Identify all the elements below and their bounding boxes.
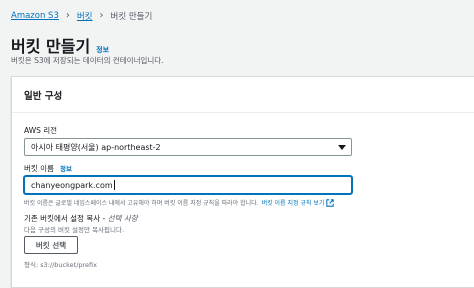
- copy-settings-description: 다음 구성의 버킷 설정만 복사됩니다.: [24, 226, 125, 234]
- bucket-name-input[interactable]: chanyeongpark.com: [24, 176, 352, 194]
- region-label: AWS 리전: [24, 126, 58, 135]
- text-cursor: [113, 180, 115, 190]
- breadcrumb-amazon-s3-link[interactable]: Amazon S3: [11, 11, 59, 21]
- chevron-right-icon: ›: [99, 10, 104, 21]
- breadcrumb-current: 버킷 만들기: [110, 12, 153, 22]
- bucket-name-label-row: 버킷 이름 정보: [24, 163, 72, 174]
- caret-down-icon: [338, 145, 346, 150]
- external-link-icon[interactable]: [326, 198, 335, 207]
- bucket-name-value: chanyeongpark.com: [31, 180, 113, 190]
- breadcrumb-buckets-link[interactable]: 버킷: [77, 10, 93, 22]
- copy-settings-label-text: 기존 버킷에서 설정 복사 -: [24, 214, 108, 223]
- chevron-right-icon: ›: [65, 10, 70, 21]
- bucket-name-hint-text: 버킷 이름은 글로벌 네임스페이스 내에서 고유해야 하며 버킷 이름 지정 규…: [24, 200, 259, 207]
- bucket-format-hint: 형식: s3://bucket/prefix: [24, 261, 97, 269]
- title-info-link[interactable]: 정보: [96, 45, 109, 55]
- bucket-name-hint: 버킷 이름은 글로벌 네임스페이스 내에서 고유해야 하며 버킷 이름 지정 규…: [24, 198, 335, 207]
- copy-settings-label: 기존 버킷에서 설정 복사 - 선택 사항: [24, 213, 138, 224]
- bucket-name-info-link[interactable]: 정보: [60, 163, 72, 173]
- region-select[interactable]: 아시아 태평양(서울) ap-northeast-2: [24, 138, 352, 156]
- general-config-panel: 일반 구성 AWS 리전 아시아 태평양(서울) ap-northeast-2 …: [11, 76, 474, 288]
- page-description: 버킷은 S3에 저장되는 데이터의 컨테이너입니다.: [11, 56, 164, 65]
- breadcrumb: Amazon S3 › 버킷 › 버킷 만들기: [11, 10, 153, 23]
- naming-rules-link[interactable]: 버킷 이름 지정 규칙 보기: [262, 198, 325, 207]
- choose-bucket-button[interactable]: 버킷 선택: [24, 236, 78, 254]
- page-title-row: 버킷 만들기 정보: [11, 33, 109, 57]
- panel-heading: 일반 구성: [12, 77, 474, 113]
- bucket-name-label: 버킷 이름: [24, 164, 54, 173]
- region-selected-value: 아시아 태평양(서울) ap-northeast-2: [31, 143, 161, 152]
- page-title: 버킷 만들기: [11, 37, 91, 56]
- optional-tag: 선택 사항: [107, 214, 138, 223]
